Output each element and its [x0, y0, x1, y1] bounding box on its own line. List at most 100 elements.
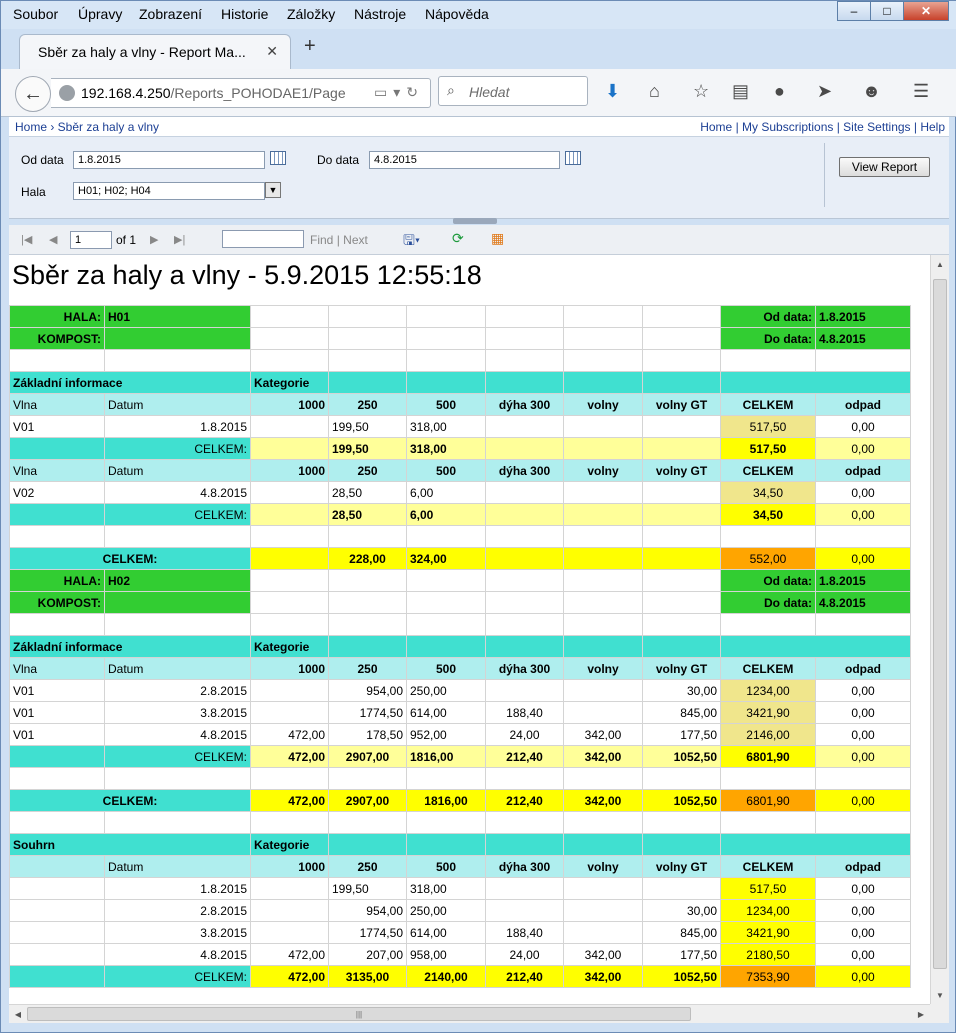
scroll-right-icon[interactable]: ▶: [912, 1005, 930, 1023]
table-cell: V01: [9, 701, 105, 724]
table-cell: 845,00: [642, 701, 721, 724]
scroll-thumb[interactable]: [933, 279, 947, 969]
table-cell: Datum: [104, 855, 251, 878]
do-data-input[interactable]: 4.8.2015: [369, 151, 560, 169]
last-page-icon[interactable]: ▶|: [174, 233, 185, 246]
od-data-input[interactable]: 1.8.2015: [73, 151, 265, 169]
tab-close-icon[interactable]: ✕: [266, 43, 278, 60]
hamburger-menu-icon[interactable]: ☰: [913, 81, 929, 102]
table-cell: 6,00: [406, 481, 486, 504]
page-number-input[interactable]: 1: [70, 231, 112, 249]
find-input[interactable]: [222, 230, 304, 248]
table-cell: 1000: [250, 657, 329, 680]
table-cell: [9, 855, 105, 878]
download-icon[interactable]: ⬇: [605, 81, 620, 102]
find-next-links[interactable]: Find | Next: [310, 233, 368, 247]
menu-soubor[interactable]: Soubor: [13, 6, 58, 22]
menu-nastroje[interactable]: Nástroje: [354, 6, 406, 22]
dropdown-icon[interactable]: ▾: [393, 84, 406, 100]
table-cell: [485, 525, 564, 548]
vertical-scrollbar[interactable]: ▲ ▼: [930, 255, 949, 1004]
search-box[interactable]: ⌕ Hledat: [438, 76, 588, 106]
table-cell: [104, 811, 251, 834]
horizontal-scrollbar[interactable]: ◀ ||| ▶: [9, 1004, 930, 1023]
reading-list-icon[interactable]: ▤: [732, 81, 749, 102]
menu-historie[interactable]: Historie: [221, 6, 268, 22]
table-cell: 0,00: [815, 789, 911, 812]
url-bar[interactable]: 192.168.4.250/Reports_POHODAE1/Page ▭▾↻: [51, 78, 431, 108]
lightbulb-icon[interactable]: ●: [774, 81, 785, 102]
table-cell: 324,00: [406, 547, 486, 570]
table-cell: [563, 899, 643, 922]
table-cell: [485, 547, 564, 570]
minimize-button[interactable]: –: [837, 1, 871, 21]
table-row: V01 4.8.2015 472,00 178,50 952,00 24,00 342,00…: [9, 723, 911, 746]
scroll-thumb[interactable]: |||: [27, 1007, 691, 1021]
table-cell: 28,50: [328, 481, 407, 504]
table-cell: [642, 811, 721, 834]
table-cell: HALA:: [9, 569, 105, 592]
table-cell: CELKEM: [720, 657, 816, 680]
table-cell: 954,00: [328, 899, 407, 922]
table-cell: 6801,90: [720, 745, 816, 768]
hala-select[interactable]: H01; H02; H04: [73, 182, 265, 200]
menu-zalozky[interactable]: Záložky: [287, 6, 335, 22]
table-cell: 1816,00: [406, 745, 486, 768]
parameters-panel: Od data 1.8.2015 Do data 4.8.2015 Hala H…: [9, 137, 949, 219]
back-button[interactable]: ←: [15, 76, 51, 112]
reader-view-icon[interactable]: ▭: [374, 84, 393, 100]
first-page-icon[interactable]: |◀: [21, 233, 32, 246]
table-cell: [642, 525, 721, 548]
table-cell: [642, 767, 721, 790]
table-cell: [250, 415, 329, 438]
refresh-icon[interactable]: ⟳: [452, 230, 464, 247]
next-page-icon[interactable]: ▶: [150, 233, 158, 246]
chat-icon[interactable]: ☻: [862, 81, 881, 102]
breadcrumb[interactable]: Home › Sběr za haly a vlny: [15, 120, 159, 134]
table-cell: [563, 679, 643, 702]
table-cell: 199,50: [328, 415, 407, 438]
table-cell: Souhrn: [9, 833, 251, 856]
home-icon[interactable]: ⌂: [649, 81, 660, 102]
reload-icon[interactable]: ↻: [406, 84, 424, 100]
table-cell: 30,00: [642, 679, 721, 702]
table-cell: 0,00: [815, 877, 911, 900]
prev-page-icon[interactable]: ◀: [49, 233, 57, 246]
chevron-down-icon[interactable]: ▼: [265, 182, 281, 198]
table-cell: 212,40: [485, 965, 564, 988]
close-window-button[interactable]: ✕: [903, 1, 949, 21]
new-tab-button[interactable]: +: [304, 35, 316, 58]
table-cell: [250, 547, 329, 570]
top-links[interactable]: Home | My Subscriptions | Site Settings …: [700, 120, 945, 134]
table-cell: [328, 635, 407, 658]
table-cell: 28,50: [328, 503, 407, 526]
bookmark-star-icon[interactable]: ☆: [693, 81, 709, 102]
table-row: [9, 613, 911, 636]
table-row: V01 3.8.2015 1774,50 614,00 188,40 845,00 3421…: [9, 701, 911, 724]
table-cell: [563, 591, 643, 614]
table-cell: 212,40: [485, 745, 564, 768]
table-cell: H02: [104, 569, 251, 592]
tab-report[interactable]: Sběr za haly a vlny - Report Ma... ✕: [19, 34, 291, 69]
table-cell: 2907,00: [328, 745, 407, 768]
calendar-icon[interactable]: [270, 151, 286, 165]
scroll-up-icon[interactable]: ▲: [931, 255, 949, 273]
scroll-left-icon[interactable]: ◀: [9, 1005, 27, 1023]
menu-upravy[interactable]: Úpravy: [78, 6, 122, 22]
calendar-icon[interactable]: [565, 151, 581, 165]
print-icon[interactable]: ▦: [491, 230, 504, 247]
table-cell: 4.8.2015: [104, 481, 251, 504]
table-row: Vlna Datum 1000 250 500 dýha 300 volny volny GT…: [9, 657, 911, 680]
table-cell: [406, 569, 486, 592]
menu-napoveda[interactable]: Nápověda: [425, 6, 489, 22]
send-icon[interactable]: ➤: [817, 81, 832, 102]
export-icon[interactable]: 🖫▾: [403, 230, 420, 254]
table-row: Datum 1000 250 500 dýha 300 volny volny GT CELK…: [9, 855, 911, 878]
maximize-button[interactable]: □: [870, 1, 904, 21]
collapse-handle[interactable]: [453, 218, 497, 224]
table-cell: 1234,00: [720, 679, 816, 702]
scroll-down-icon[interactable]: ▼: [931, 986, 949, 1004]
view-report-button[interactable]: View Report: [839, 157, 930, 177]
table-row: HALA: H01 Od data: 1.8.2015: [9, 305, 911, 328]
menu-zobrazeni[interactable]: Zobrazení: [139, 6, 202, 22]
